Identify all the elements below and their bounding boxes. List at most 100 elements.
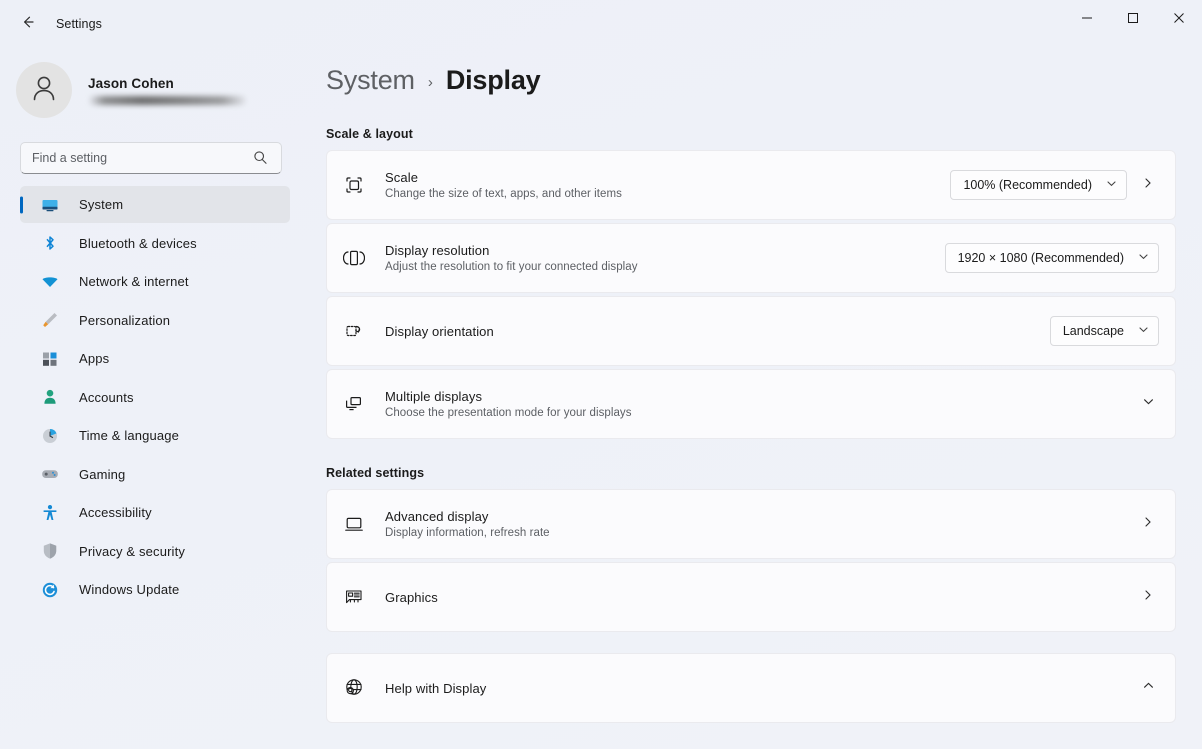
- person-icon: [27, 71, 61, 110]
- sidebar-item-bluetooth-devices[interactable]: Bluetooth & devices: [20, 225, 290, 262]
- sidebar-item-accounts[interactable]: Accounts: [20, 379, 290, 416]
- breadcrumb-parent[interactable]: System: [326, 65, 415, 96]
- content-area: System › Display Scale & layout Scal: [306, 48, 1202, 749]
- sidebar-item-network-internet[interactable]: Network & internet: [20, 263, 290, 300]
- multiple-displays-expander[interactable]: [1137, 389, 1159, 419]
- orientation-dropdown[interactable]: Landscape: [1050, 316, 1159, 346]
- sidebar-item-apps[interactable]: Apps: [20, 340, 290, 377]
- section-title-related-settings: Related settings: [306, 466, 1202, 480]
- scale-icon: [343, 174, 373, 196]
- sidebar-item-accessibility[interactable]: Accessibility: [20, 494, 290, 531]
- scale-dropdown[interactable]: 100% (Recommended): [950, 170, 1127, 200]
- profile-text: Jason Cohen: [88, 76, 246, 105]
- advanced-display-icon: [343, 513, 373, 535]
- row-title: Display orientation: [385, 324, 1050, 339]
- row-display-orientation[interactable]: Display orientation Landscape: [326, 296, 1176, 366]
- row-scale[interactable]: Scale Change the size of text, apps, and…: [326, 150, 1176, 220]
- sidebar: Jason Cohen: [0, 48, 306, 749]
- chevron-down-icon: [1142, 395, 1155, 413]
- settings-window: Settings: [0, 0, 1202, 749]
- clock-icon: [40, 426, 60, 446]
- row-controls: [1137, 673, 1159, 703]
- sidebar-item-label: Apps: [79, 351, 109, 366]
- chevron-down-icon: [1138, 251, 1149, 265]
- maximize-button[interactable]: [1110, 0, 1156, 40]
- advanced-display-link[interactable]: [1137, 509, 1159, 539]
- paintbrush-icon: [40, 310, 60, 330]
- section-spacer: [306, 635, 1202, 653]
- row-graphics[interactable]: Graphics: [326, 562, 1176, 632]
- account-icon: [40, 387, 60, 407]
- search-input[interactable]: [20, 142, 282, 174]
- row-help-with-display[interactable]: Help with Display: [326, 653, 1176, 723]
- row-controls: [1137, 509, 1159, 539]
- close-button[interactable]: [1156, 0, 1202, 40]
- row-text: Display orientation: [385, 324, 1050, 339]
- gamepad-icon: [40, 464, 60, 484]
- orientation-dropdown-value: Landscape: [1063, 324, 1124, 338]
- back-button[interactable]: [8, 8, 48, 40]
- shield-icon: [40, 541, 60, 561]
- row-title: Multiple displays: [385, 389, 1137, 404]
- sidebar-item-time-language[interactable]: Time & language: [20, 417, 290, 454]
- resolution-icon: [343, 247, 373, 269]
- sidebar-item-gaming[interactable]: Gaming: [20, 456, 290, 493]
- row-title: Display resolution: [385, 243, 945, 258]
- accessibility-icon: [40, 503, 60, 523]
- user-profile[interactable]: Jason Cohen: [0, 48, 306, 122]
- row-subtitle: Choose the presentation mode for your di…: [385, 407, 1137, 419]
- chevron-right-icon: ›: [428, 74, 433, 91]
- minimize-button[interactable]: [1064, 0, 1110, 40]
- row-subtitle: Change the size of text, apps, and other…: [385, 188, 950, 200]
- avatar: [16, 62, 72, 118]
- scale-detail-button[interactable]: [1137, 170, 1159, 200]
- row-title: Advanced display: [385, 509, 1137, 524]
- sidebar-item-label: Bluetooth & devices: [79, 236, 197, 251]
- graphics-card-icon: [343, 586, 373, 608]
- chevron-down-icon: [1138, 324, 1149, 338]
- sidebar-item-personalization[interactable]: Personalization: [20, 302, 290, 339]
- sidebar-item-label: Privacy & security: [79, 544, 185, 559]
- row-title: Graphics: [385, 590, 1137, 605]
- sidebar-item-label: Network & internet: [79, 274, 189, 289]
- sidebar-item-label: Gaming: [79, 467, 125, 482]
- sidebar-item-label: Time & language: [79, 428, 179, 443]
- row-subtitle: Adjust the resolution to fit your connec…: [385, 261, 945, 273]
- row-advanced-display[interactable]: Advanced display Display information, re…: [326, 489, 1176, 559]
- resolution-dropdown[interactable]: 1920 × 1080 (Recommended): [945, 243, 1159, 273]
- apps-icon: [40, 349, 60, 369]
- graphics-link[interactable]: [1137, 582, 1159, 612]
- section-title-scale-layout: Scale & layout: [306, 127, 1202, 141]
- orientation-icon: [343, 320, 373, 342]
- help-expander[interactable]: [1137, 673, 1159, 703]
- sidebar-item-privacy-security[interactable]: Privacy & security: [20, 533, 290, 570]
- row-text: Help with Display: [385, 681, 1137, 696]
- row-display-resolution[interactable]: Display resolution Adjust the resolution…: [326, 223, 1176, 293]
- row-controls: 100% (Recommended): [950, 170, 1159, 200]
- row-title: Help with Display: [385, 681, 1137, 696]
- row-text: Scale Change the size of text, apps, and…: [385, 170, 950, 200]
- profile-name: Jason Cohen: [88, 76, 246, 91]
- help-group: Help with Display: [326, 653, 1176, 723]
- arrow-left-icon: [20, 14, 36, 35]
- title-bar: Settings: [0, 0, 1202, 48]
- sidebar-item-label: Personalization: [79, 313, 170, 328]
- resolution-dropdown-value: 1920 × 1080 (Recommended): [958, 251, 1124, 265]
- row-controls: Landscape: [1050, 316, 1159, 346]
- sidebar-item-label: System: [79, 197, 123, 212]
- row-multiple-displays[interactable]: Multiple displays Choose the presentatio…: [326, 369, 1176, 439]
- update-icon: [40, 580, 60, 600]
- chevron-right-icon: [1142, 176, 1154, 194]
- window-controls: [1064, 0, 1202, 40]
- sidebar-item-windows-update[interactable]: Windows Update: [20, 571, 290, 608]
- row-text: Advanced display Display information, re…: [385, 509, 1137, 539]
- bluetooth-icon: [40, 233, 60, 253]
- chevron-down-icon: [1106, 178, 1117, 192]
- close-icon: [1173, 11, 1185, 29]
- row-text: Graphics: [385, 590, 1137, 605]
- minimize-icon: [1081, 11, 1093, 29]
- sidebar-item-system[interactable]: System: [20, 186, 290, 223]
- scale-dropdown-value: 100% (Recommended): [963, 178, 1092, 192]
- maximize-icon: [1127, 11, 1139, 29]
- scale-layout-group: Scale Change the size of text, apps, and…: [326, 150, 1176, 439]
